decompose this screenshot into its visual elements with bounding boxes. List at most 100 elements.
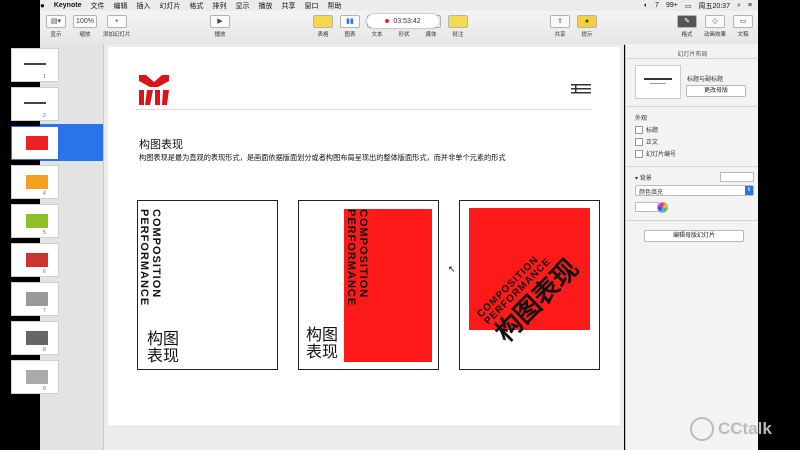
tips-button[interactable]: ● 提示 xyxy=(577,15,597,38)
fill-color-well[interactable] xyxy=(635,202,659,212)
menu-play[interactable]: 播放 xyxy=(258,1,272,11)
body-checkbox[interactable] xyxy=(635,138,643,147)
recording-indicator[interactable]: 03:53:42 xyxy=(367,14,439,28)
vertical-text-performance-2: PERFORMANCE xyxy=(345,209,357,307)
shape-label: 形状 xyxy=(398,32,410,38)
edit-master-button[interactable]: 编辑母版幻灯片 xyxy=(644,230,744,242)
inspector-divider-3 xyxy=(626,166,759,167)
chart-label: 图表 xyxy=(344,32,356,38)
table-button[interactable]: 表格 xyxy=(313,15,333,38)
slide-thumbnail[interactable] xyxy=(11,282,59,316)
clock[interactable]: 周五20:37 xyxy=(698,1,730,11)
body-checkbox-row[interactable]: 正文 xyxy=(635,137,659,147)
layout-thumbnail[interactable] xyxy=(635,65,681,99)
change-master-button[interactable]: 更改母版 xyxy=(686,85,746,97)
comment-button[interactable]: 批注 xyxy=(448,15,468,38)
fill-type-select[interactable]: 颜色填充 ⇕ xyxy=(635,185,754,196)
zoom-value: 100% xyxy=(73,15,97,28)
add-slide-button[interactable]: + 添加幻灯片 xyxy=(103,15,131,38)
vertical-text-composition: COMPOSITION xyxy=(150,209,162,299)
slide-number: 4 xyxy=(43,191,46,197)
slide-number: 7 xyxy=(43,308,46,314)
fill-type-value: 颜色填充 xyxy=(639,190,664,196)
plus-icon: + xyxy=(106,15,127,28)
slide-thumbnail[interactable] xyxy=(11,204,59,238)
menu-slide[interactable]: 幻灯片 xyxy=(159,1,180,11)
slide-number-checkbox[interactable] xyxy=(635,150,643,159)
slide-thumbnail[interactable] xyxy=(11,321,59,355)
slide-number: 9 xyxy=(43,386,46,392)
menu-file[interactable]: 文件 xyxy=(90,1,104,11)
background-heading[interactable]: ▾ 背景 xyxy=(635,173,652,182)
menu-extra-icon[interactable]: ◐ xyxy=(644,2,648,9)
thumbnail-preview xyxy=(26,331,48,345)
background-label: 背景 xyxy=(639,176,652,182)
watermark-text: CCtalk xyxy=(718,419,772,438)
text-label: 文本 xyxy=(371,32,383,38)
slide-thumbnail[interactable] xyxy=(11,165,59,199)
menu-format[interactable]: 格式 xyxy=(189,1,203,11)
apple-icon[interactable]: ● xyxy=(40,1,45,10)
play-button[interactable]: ▶ 播放 xyxy=(210,15,230,38)
cn-line-1-2: 构图 xyxy=(306,327,339,344)
menu-share[interactable]: 共享 xyxy=(281,1,295,11)
slide-number-checkbox-row[interactable]: 幻灯片编号 xyxy=(635,149,677,159)
notification-count-a[interactable]: 7 xyxy=(655,2,659,9)
menu-app-name[interactable]: Keynote xyxy=(54,2,82,9)
slide-number-label: 幻灯片编号 xyxy=(646,152,677,158)
share-icon: ⇪ xyxy=(550,15,570,28)
share-button[interactable]: ⇪ 共享 xyxy=(550,15,570,38)
menu-view[interactable]: 显示 xyxy=(235,1,249,11)
menu-window[interactable]: 窗口 xyxy=(304,1,318,11)
menu-edit[interactable]: 编辑 xyxy=(113,1,127,11)
menu-arrange[interactable]: 排列 xyxy=(212,1,226,11)
slide-number: 6 xyxy=(43,269,46,275)
appearance-heading: 外观 xyxy=(635,116,648,122)
title-checkbox-row[interactable]: 标题 xyxy=(635,125,659,135)
thumbnail-preview xyxy=(26,136,48,150)
chart-button[interactable]: ▮▮ 图表 xyxy=(340,15,360,38)
document-icon: ▭ xyxy=(733,15,753,28)
animate-tab[interactable]: ◇ 动画效果 xyxy=(704,15,726,38)
thumbnail-preview xyxy=(24,63,46,65)
thumbnail-preview xyxy=(26,214,48,228)
brush-icon: ✎ xyxy=(677,15,697,28)
menu-help[interactable]: 帮助 xyxy=(327,1,341,11)
thumbnail-preview xyxy=(26,253,48,267)
body-checkbox-label: 正文 xyxy=(646,140,659,146)
format-tab[interactable]: ✎ 格式 xyxy=(677,15,697,38)
inspector-divider-4 xyxy=(626,220,759,221)
slide-thumbnail[interactable] xyxy=(11,360,59,394)
slide-thumbnail[interactable] xyxy=(11,87,59,121)
view-button[interactable]: ▤▾ 显示 xyxy=(46,15,66,38)
slide-number: 5 xyxy=(43,230,46,236)
color-wheel-icon[interactable] xyxy=(657,202,668,213)
slide-thumbnail[interactable] xyxy=(11,48,59,82)
select-arrow-icon: ⇕ xyxy=(745,186,753,195)
slide-description: 构图表现是最为直观的表现形式，是画面依据版面划分或者构图布局呈现出的整体版面形式… xyxy=(139,153,506,162)
menu-list-icon[interactable]: ≡ xyxy=(748,2,752,9)
thumbnail-preview xyxy=(26,370,48,384)
title-checkbox-label: 标题 xyxy=(646,128,659,134)
composition-panel-2[interactable]: COMPOSITION PERFORMANCE 构图 表现 xyxy=(298,200,439,370)
composition-panel-1[interactable]: COMPOSITION PERFORMANCE 构图 表现 xyxy=(137,200,278,370)
zoom-control[interactable]: 100% 缩放 xyxy=(73,15,97,38)
slide-thumbnail[interactable] xyxy=(11,126,59,160)
background-color-well[interactable] xyxy=(720,172,754,182)
slide[interactable]: 构图表现 构图表现是最为直观的表现形式，是画面依据版面划分或者构图布局呈现出的整… xyxy=(108,47,620,425)
format-label: 格式 xyxy=(681,32,693,38)
inspector-divider-2 xyxy=(626,106,759,107)
search-icon[interactable]: ⌕ xyxy=(737,2,741,10)
animate-icon: ◇ xyxy=(705,15,725,28)
document-tab[interactable]: ▭ 文稿 xyxy=(733,15,753,38)
battery-icon[interactable]: ▭ xyxy=(685,2,692,10)
watermark-logo-icon xyxy=(690,417,714,441)
menu-insert[interactable]: 插入 xyxy=(136,1,150,11)
chart-icon: ▮▮ xyxy=(340,15,360,28)
slide-thumbnail[interactable] xyxy=(11,243,59,277)
title-checkbox[interactable] xyxy=(635,126,643,135)
notification-count-b[interactable]: 99+ xyxy=(666,2,678,9)
view-label: 显示 xyxy=(50,32,62,38)
composition-panel-3[interactable]: COMPOSITION PERFORMANCE 构图表现 xyxy=(459,200,600,370)
vertical-text-performance: PERFORMANCE xyxy=(138,209,150,307)
